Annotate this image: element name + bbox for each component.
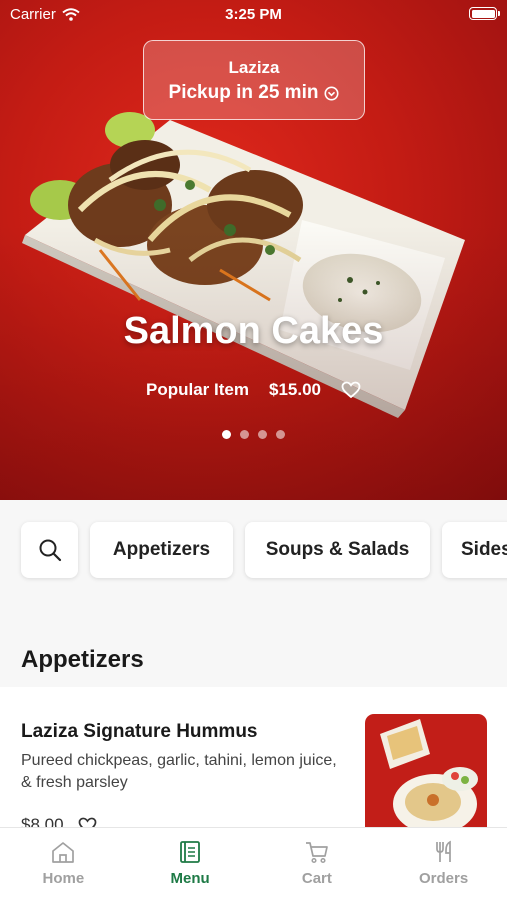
featured-meta: Popular Item $15.00 (0, 380, 507, 400)
category-chip-soups-salads[interactable]: Soups & Salads (245, 522, 430, 578)
restaurant-name: Laziza (228, 58, 280, 77)
menu-book-icon (180, 841, 201, 863)
featured-price: $15.00 (268, 380, 321, 399)
status-bar: Carrier 3:25 PM (0, 0, 507, 28)
home-icon (52, 842, 75, 863)
tab-orders[interactable]: Orders (380, 828, 507, 900)
tab-label: Home (42, 870, 85, 887)
section-title: Appetizers (21, 646, 144, 673)
item-name: Laziza Signature Hummus (21, 721, 258, 742)
tab-home[interactable]: Home (0, 828, 127, 900)
tab-bar[interactable]: Home Menu Cart Orders (0, 827, 507, 900)
category-bar[interactable]: Appetizers Soups & Salads Sides (0, 500, 507, 600)
battery-icon (469, 7, 500, 20)
heart-icon[interactable] (341, 381, 361, 399)
pickup-time-label: Pickup in 25 min (168, 82, 319, 103)
menu-item-card[interactable]: Laziza Signature Hummus Pureed chickpeas… (0, 687, 507, 827)
item-description: Pureed chickpeas, garlic, tahini, lemon … (21, 752, 337, 791)
cart-icon (305, 842, 328, 864)
tab-label: Menu (170, 870, 210, 887)
carousel-dot[interactable] (222, 430, 231, 439)
category-chip-sides[interactable]: Sides (442, 522, 507, 578)
status-time: 3:25 PM (225, 6, 282, 23)
search-icon (39, 539, 61, 562)
item-price: $8.00 (21, 815, 64, 827)
pickup-time-row: Pickup in 25 min (144, 82, 364, 104)
tab-menu[interactable]: Menu (127, 828, 254, 900)
tab-label: Orders (419, 870, 469, 887)
item-image (365, 714, 487, 827)
carousel-dot[interactable] (276, 430, 285, 439)
pickup-selector[interactable]: Laziza Pickup in 25 min (143, 40, 365, 120)
carousel-dots[interactable] (0, 430, 507, 439)
featured-title: Salmon Cakes (123, 310, 384, 352)
heart-icon[interactable] (78, 817, 97, 828)
tab-label: Cart (301, 870, 332, 887)
carousel-dot[interactable] (240, 430, 249, 439)
chevron-down-circle-icon (324, 86, 339, 100)
item-price-row: $8.00 (21, 815, 97, 827)
featured-hero[interactable]: Carrier 3:25 PM Laziza Pickup in 25 min … (0, 0, 507, 500)
carousel-dot[interactable] (258, 430, 267, 439)
tab-cart[interactable]: Cart (254, 828, 381, 900)
featured-tag: Popular Item (146, 380, 249, 399)
search-button[interactable] (21, 522, 78, 578)
fork-knife-icon (435, 840, 451, 862)
category-chip-appetizers[interactable]: Appetizers (90, 522, 233, 578)
